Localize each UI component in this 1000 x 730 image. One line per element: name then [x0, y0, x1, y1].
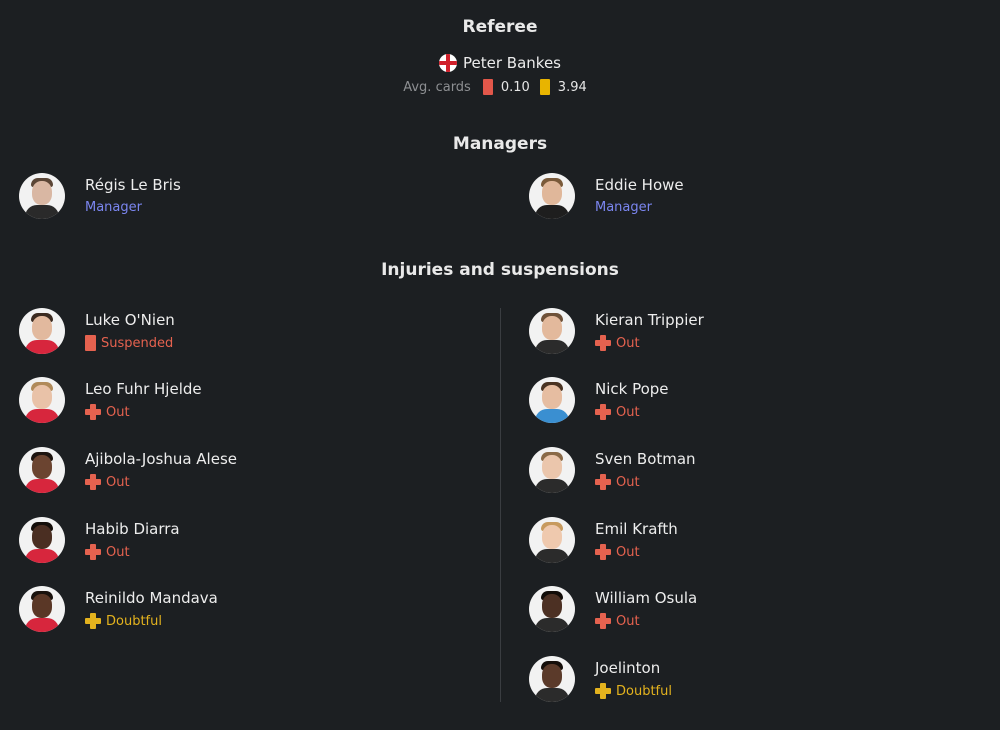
- player-avatar: [19, 447, 65, 493]
- manager-name[interactable]: Eddie Howe: [595, 176, 684, 194]
- status-label: Out: [616, 474, 640, 490]
- injury-cross-icon: [85, 544, 101, 560]
- player-avatar: [19, 308, 65, 354]
- injury-cross-icon: [85, 474, 101, 490]
- player-name[interactable]: Joelinton: [595, 659, 660, 677]
- player-row[interactable]: Kieran Trippier Out: [529, 308, 949, 358]
- doubtful-cross-icon: [595, 683, 611, 699]
- referee-avg-cards: Avg. cards 0.10 3.94: [0, 79, 1000, 95]
- doubtful-cross-icon: [85, 613, 101, 629]
- status-label: Out: [616, 544, 640, 560]
- player-status: Out: [595, 613, 640, 629]
- player-name[interactable]: Ajibola-Joshua Alese: [85, 450, 237, 468]
- status-label: Out: [106, 474, 130, 490]
- player-name[interactable]: Nick Pope: [595, 380, 669, 398]
- player-status: Out: [595, 474, 640, 490]
- manager-name[interactable]: Régis Le Bris: [85, 176, 181, 194]
- injury-cross-icon: [595, 613, 611, 629]
- referee-name-row[interactable]: Peter Bankes: [0, 54, 1000, 72]
- injury-cross-icon: [595, 404, 611, 420]
- player-avatar: [529, 447, 575, 493]
- red-card-average: 0.10: [500, 79, 530, 95]
- player-name[interactable]: Kieran Trippier: [595, 311, 704, 329]
- status-label: Out: [106, 404, 130, 420]
- status-label: Doubtful: [616, 683, 672, 699]
- manager-away[interactable]: Eddie Howe Manager: [529, 173, 949, 223]
- player-status: Out: [595, 404, 640, 420]
- red-card-icon: [482, 79, 493, 95]
- player-name[interactable]: Reinildo Mandava: [85, 589, 218, 607]
- referee-heading: Referee: [462, 17, 538, 37]
- player-name[interactable]: Sven Botman: [595, 450, 696, 468]
- yellow-card-average: 3.94: [557, 79, 587, 95]
- player-row[interactable]: Habib Diarra Out: [19, 517, 439, 567]
- status-label: Suspended: [101, 335, 174, 351]
- injury-cross-icon: [595, 544, 611, 560]
- column-divider: [500, 308, 501, 702]
- player-row[interactable]: Joelinton Doubtful: [529, 656, 949, 706]
- player-row[interactable]: Luke O'Nien Suspended: [19, 308, 439, 358]
- avg-cards-label: Avg. cards: [403, 79, 471, 95]
- player-name[interactable]: Habib Diarra: [85, 520, 180, 538]
- player-row[interactable]: Ajibola-Joshua Alese Out: [19, 447, 439, 497]
- injuries-heading: Injuries and suspensions: [381, 260, 619, 280]
- manager-avatar: [19, 173, 65, 219]
- player-avatar: [529, 377, 575, 423]
- player-status: Out: [595, 544, 640, 560]
- status-label: Doubtful: [106, 613, 162, 629]
- player-status: Doubtful: [595, 683, 672, 699]
- player-status: Suspended: [85, 335, 173, 351]
- player-avatar: [529, 586, 575, 632]
- player-status: Doubtful: [85, 613, 162, 629]
- player-avatar: [19, 377, 65, 423]
- player-name[interactable]: Emil Krafth: [595, 520, 678, 538]
- yellow-card-icon: [539, 79, 550, 95]
- player-row[interactable]: Emil Krafth Out: [529, 517, 949, 567]
- managers-heading: Managers: [452, 134, 548, 154]
- player-row[interactable]: Leo Fuhr Hjelde Out: [19, 377, 439, 427]
- status-label: Out: [106, 544, 130, 560]
- player-status: Out: [595, 335, 640, 351]
- manager-role: Manager: [595, 200, 652, 215]
- player-name[interactable]: Leo Fuhr Hjelde: [85, 380, 202, 398]
- injury-cross-icon: [85, 404, 101, 420]
- manager-role: Manager: [85, 200, 142, 215]
- player-row[interactable]: William Osula Out: [529, 586, 949, 636]
- status-label: Out: [616, 335, 640, 351]
- referee-name[interactable]: Peter Bankes: [463, 54, 561, 72]
- player-name[interactable]: William Osula: [595, 589, 697, 607]
- player-row[interactable]: Sven Botman Out: [529, 447, 949, 497]
- status-label: Out: [616, 404, 640, 420]
- player-status: Out: [85, 544, 130, 560]
- player-row[interactable]: Nick Pope Out: [529, 377, 949, 427]
- player-avatar: [19, 517, 65, 563]
- player-name[interactable]: Luke O'Nien: [85, 311, 175, 329]
- england-flag-icon: [439, 54, 458, 72]
- status-label: Out: [616, 613, 640, 629]
- player-avatar: [529, 308, 575, 354]
- injury-cross-icon: [595, 474, 611, 490]
- player-row[interactable]: Reinildo Mandava Doubtful: [19, 586, 439, 636]
- player-avatar: [19, 586, 65, 632]
- suspended-card-icon: [85, 335, 96, 351]
- manager-avatar: [529, 173, 575, 219]
- manager-home[interactable]: Régis Le Bris Manager: [19, 173, 439, 223]
- player-avatar: [529, 656, 575, 702]
- player-status: Out: [85, 474, 130, 490]
- player-status: Out: [85, 404, 130, 420]
- player-avatar: [529, 517, 575, 563]
- injury-cross-icon: [595, 335, 611, 351]
